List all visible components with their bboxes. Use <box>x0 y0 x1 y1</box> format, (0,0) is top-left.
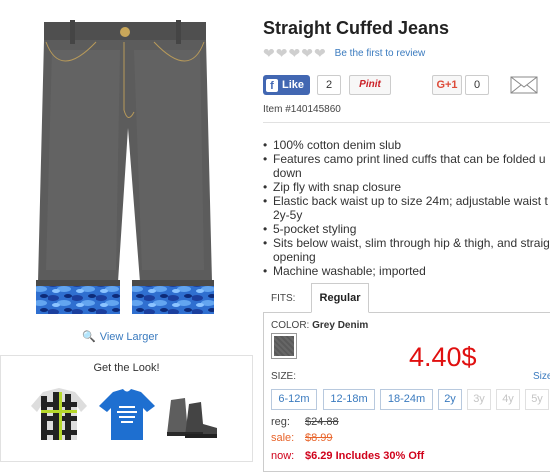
color-swatch-grey-denim[interactable] <box>271 333 297 359</box>
sale-price: $8.99 <box>305 432 333 444</box>
size-option-18-24m[interactable]: 18-24m <box>380 389 433 410</box>
product-title: Straight Cuffed Jeans <box>263 18 450 38</box>
feature-item: Sits below waist, slim through hip & thi… <box>263 236 550 264</box>
get-the-look-panel: Get the Look! <box>0 355 253 462</box>
google-plus-count: 0 <box>465 75 489 95</box>
color-label-text: COLOR: <box>271 320 310 331</box>
facebook-like-button[interactable]: f Like <box>263 75 310 95</box>
pinit-button[interactable]: Pinit <box>349 75 391 95</box>
size-guide-link[interactable]: Size <box>533 371 550 382</box>
google-plus-button[interactable]: G+1 <box>432 75 462 95</box>
feature-item: 5-pocket styling <box>263 222 550 236</box>
feature-item: Machine washable; imported <box>263 264 550 278</box>
size-option-5y: 5y <box>525 389 549 410</box>
sale-price-label: sale: <box>271 432 295 444</box>
rating-heart-icon[interactable]: ❤ <box>301 46 313 60</box>
rating-row: ❤ ❤ ❤ ❤ ❤ Be the first to review <box>263 46 425 60</box>
jeans-product-image[interactable] <box>0 0 252 322</box>
rating-heart-icon[interactable]: ❤ <box>288 46 300 60</box>
boots-icon[interactable] <box>161 386 221 442</box>
get-the-look-title: Get the Look! <box>93 362 160 374</box>
feature-item: 100% cotton denim slub <box>263 138 550 152</box>
size-option-12-18m[interactable]: 12-18m <box>323 389 375 410</box>
like-count: 2 <box>317 75 341 95</box>
view-larger-label: View Larger <box>99 330 159 343</box>
feature-list: 100% cotton denim slub Features camo pri… <box>263 138 550 278</box>
rating-heart-icon[interactable]: ❤ <box>276 46 288 60</box>
now-price: $6.29 Includes 30% Off <box>305 450 425 462</box>
facebook-icon: f <box>266 78 278 92</box>
regular-price-label: reg: <box>271 416 290 428</box>
divider <box>263 122 550 123</box>
size-option-4y: 4y <box>496 389 520 410</box>
color-value: Grey Denim <box>312 320 369 331</box>
graphic-tee-icon[interactable] <box>97 386 157 442</box>
plaid-shirt-icon[interactable] <box>29 386 89 442</box>
item-number: Item #140145860 <box>263 104 341 115</box>
size-label: SIZE: <box>271 371 297 382</box>
write-review-link[interactable]: Be the first to review <box>335 48 426 59</box>
size-option-6-12m[interactable]: 6-12m <box>271 389 317 410</box>
like-label: Like <box>282 79 305 91</box>
feature-item: Elastic back waist up to size 24m; adjus… <box>263 194 550 222</box>
regular-price: $24.88 <box>305 416 339 428</box>
fits-label: FITS: <box>271 293 296 304</box>
email-icon[interactable] <box>510 76 538 94</box>
size-option-2y[interactable]: 2y <box>438 389 462 410</box>
magnifier-icon: 🔍 <box>82 331 96 343</box>
tab-regular[interactable]: Regular <box>311 283 369 313</box>
feature-item: Features camo print lined cuffs that can… <box>263 152 550 180</box>
feature-item: Zip fly with snap closure <box>263 180 550 194</box>
rating-heart-icon[interactable]: ❤ <box>263 46 275 60</box>
color-label: COLOR: Grey Denim <box>271 320 368 331</box>
rating-heart-icon[interactable]: ❤ <box>314 46 326 60</box>
price-overlay: 4.40$ <box>409 342 477 372</box>
view-larger-link[interactable]: 🔍 View Larger <box>82 330 159 344</box>
size-option-3y: 3y <box>467 389 491 410</box>
now-price-label: now: <box>271 450 295 462</box>
